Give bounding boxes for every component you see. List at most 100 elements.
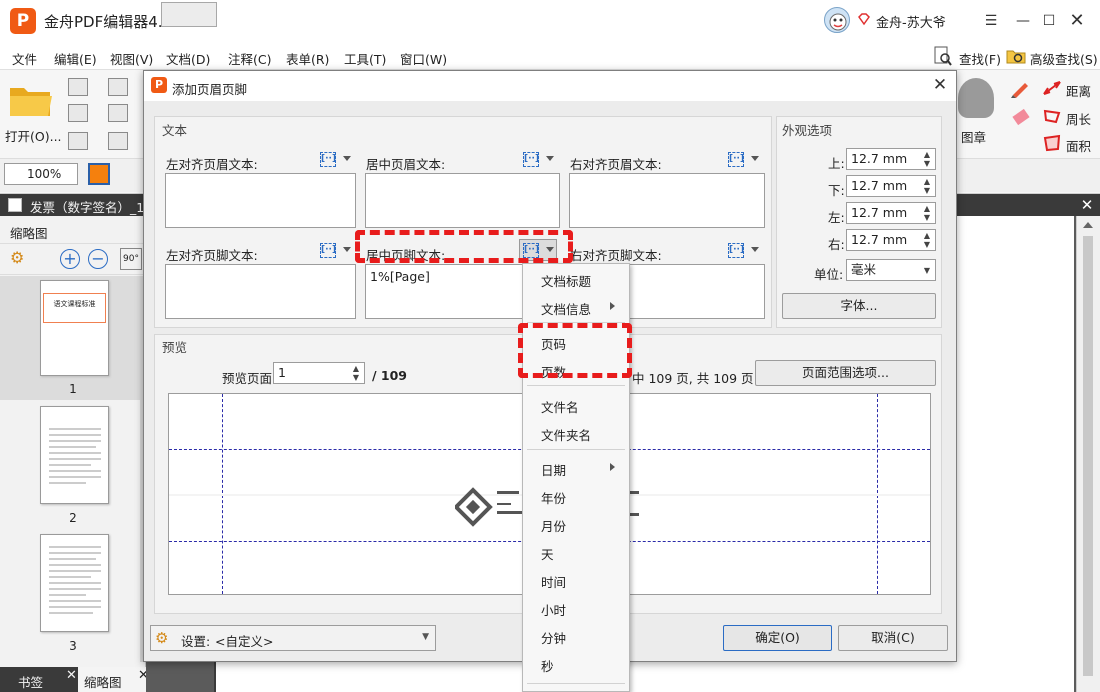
user-name[interactable]: 金舟-苏大爷 <box>876 12 946 31</box>
menu-item-date[interactable]: 日期 <box>541 460 566 479</box>
area-icon[interactable] <box>1042 134 1062 152</box>
spinner-arrows-icon[interactable]: ▲ ▼ <box>350 364 362 382</box>
spinner-arrows-icon[interactable]: ▲ ▼ <box>921 231 933 249</box>
page-range-summary: 中 109 页, 共 109 页 <box>632 371 754 386</box>
scan-icon[interactable] <box>108 104 128 122</box>
cancel-button[interactable]: 取消(C) <box>838 625 948 651</box>
document-scrollbar[interactable] <box>1076 216 1100 692</box>
color-picker-swatch[interactable] <box>88 163 110 185</box>
menu-tools[interactable]: 工具(T) <box>344 49 386 68</box>
menu-window[interactable]: 窗口(W) <box>400 49 447 68</box>
header-left-label: 左对齐页眉文本: <box>166 157 258 172</box>
distance-button[interactable]: 距离 <box>1066 81 1091 100</box>
advanced-find-button[interactable]: 高级查找(S) <box>1030 49 1098 68</box>
unit-select[interactable]: 毫米 ▼ <box>846 259 936 281</box>
menu-item-day[interactable]: 天 <box>541 544 554 563</box>
menu-item-document-title[interactable]: 文档标题 <box>541 271 591 290</box>
spinner-arrows-icon[interactable]: ▲ ▼ <box>921 177 933 195</box>
maximize-icon[interactable]: ☐ <box>1036 8 1062 34</box>
footer-right-label: 右对齐页脚文本: <box>570 248 662 263</box>
margin-left-input[interactable]: 12.7 mm ▲ ▼ <box>846 202 936 224</box>
menu-separator <box>527 385 625 386</box>
menu-item-month[interactable]: 月份 <box>541 516 566 535</box>
menu-edit[interactable]: 编辑(E) <box>54 49 97 68</box>
rotate-icon[interactable]: 90° <box>120 248 142 270</box>
header-right-macro-button[interactable]: [··] <box>724 148 762 170</box>
footer-left-input[interactable] <box>165 264 356 319</box>
stamp-icon[interactable] <box>958 78 994 118</box>
menu-file[interactable]: 文件 <box>12 49 37 68</box>
chevron-down-icon <box>343 156 351 161</box>
open-button[interactable]: 打开(O)... <box>5 126 62 145</box>
print-icon[interactable] <box>68 104 88 122</box>
stamp-button[interactable]: 图章 <box>961 127 986 146</box>
zoom-in-icon[interactable]: + <box>60 249 80 269</box>
header-center-macro-button[interactable]: [··] <box>519 148 557 170</box>
perimeter-button[interactable]: 周长 <box>1066 109 1091 128</box>
footer-right-macro-button[interactable]: [··] <box>724 239 762 261</box>
menu-item-time[interactable]: 时间 <box>541 572 566 591</box>
find-icon[interactable] <box>934 46 952 66</box>
spinner-arrows-icon[interactable]: ▲ ▼ <box>921 150 933 168</box>
area-button[interactable]: 面积 <box>1066 136 1091 155</box>
page-range-button[interactable]: 页面范围选项... <box>755 360 936 386</box>
document-tab[interactable]: 发票（数字签名）_1 <box>30 197 144 216</box>
header-center-input[interactable] <box>365 173 560 228</box>
menu-hamburger-icon[interactable]: ☰ <box>978 8 1004 34</box>
menu-item-hour[interactable]: 小时 <box>541 600 566 619</box>
tab-thumbnails[interactable]: 缩略图 <box>84 672 122 691</box>
zoom-out-icon[interactable]: − <box>88 249 108 269</box>
header-left-input[interactable] <box>165 173 356 228</box>
pencil-icon[interactable] <box>1010 78 1032 98</box>
user-avatar-icon[interactable] <box>824 7 850 33</box>
menu-comment[interactable]: 注释(C) <box>228 49 271 68</box>
find-button[interactable]: 查找(F) <box>959 49 1001 68</box>
advanced-find-icon[interactable] <box>1006 46 1026 66</box>
margin-right-label: 右: <box>828 237 845 252</box>
minimize-icon[interactable]: — <box>1010 8 1036 34</box>
thumbnail-settings-icon[interactable]: ⚙ <box>10 248 32 268</box>
menu-item-document-info[interactable]: 文档信息 <box>541 299 591 318</box>
email-icon[interactable] <box>108 78 128 96</box>
thumbnail-page-1[interactable]: 语文课程标准 <box>40 280 109 376</box>
margin-right-input[interactable]: 12.7 mm ▲ ▼ <box>846 229 936 251</box>
thumbnail-heading: 语文课程标准 <box>53 300 96 308</box>
save-icon[interactable] <box>68 78 88 96</box>
perimeter-icon[interactable] <box>1042 108 1062 124</box>
preview-page-input[interactable]: 1 ▲ ▼ <box>273 362 365 384</box>
menu-item-minute[interactable]: 分钟 <box>541 628 566 647</box>
thumbnail-page-2[interactable] <box>40 406 109 504</box>
export-icon[interactable] <box>68 132 88 150</box>
close-document-icon[interactable]: ✕ <box>1076 194 1098 216</box>
eraser-icon[interactable] <box>1010 108 1032 128</box>
distance-icon[interactable] <box>1042 80 1062 96</box>
chevron-down-icon <box>546 156 554 161</box>
header-left-macro-button[interactable]: [··] <box>316 148 354 170</box>
menu-item-year[interactable]: 年份 <box>541 488 566 507</box>
close-bookmarks-tab-icon[interactable]: ✕ <box>66 668 77 683</box>
tab-bookmarks[interactable]: 书签 <box>18 672 43 691</box>
margin-top-value: 12.7 mm <box>851 151 908 166</box>
margin-top-input[interactable]: 12.7 mm ▲ ▼ <box>846 148 936 170</box>
preview-page-value: 1 <box>278 365 286 380</box>
settings-select[interactable]: ⚙ 设置: <自定义> ▼ <box>150 625 436 651</box>
menu-view[interactable]: 视图(V) <box>110 49 153 68</box>
spinner-arrows-icon[interactable]: ▲ ▼ <box>921 204 933 222</box>
menu-item-second[interactable]: 秒 <box>541 656 554 675</box>
menu-form[interactable]: 表单(R) <box>286 49 329 68</box>
menu-item-file-name[interactable]: 文件名 <box>541 397 579 416</box>
new-document-icon[interactable] <box>108 132 128 150</box>
header-right-input[interactable] <box>569 173 765 228</box>
appearance-group-title: 外观选项 <box>782 123 833 138</box>
zoom-select[interactable]: 100% <box>4 163 78 185</box>
thumbnail-page-3[interactable] <box>40 534 109 632</box>
dialog-close-icon[interactable]: ✕ <box>928 73 952 97</box>
margin-bottom-input[interactable]: 12.7 mm ▲ ▼ <box>846 175 936 197</box>
ok-button[interactable]: 确定(O) <box>723 625 832 651</box>
menu-document[interactable]: 文档(D) <box>166 49 210 68</box>
footer-left-macro-button[interactable]: [··] <box>316 239 354 261</box>
open-folder-icon[interactable] <box>8 82 54 120</box>
menu-item-folder-name[interactable]: 文件夹名 <box>541 425 591 444</box>
close-icon[interactable]: ✕ <box>1064 8 1090 34</box>
font-button[interactable]: 字体... <box>782 293 936 319</box>
